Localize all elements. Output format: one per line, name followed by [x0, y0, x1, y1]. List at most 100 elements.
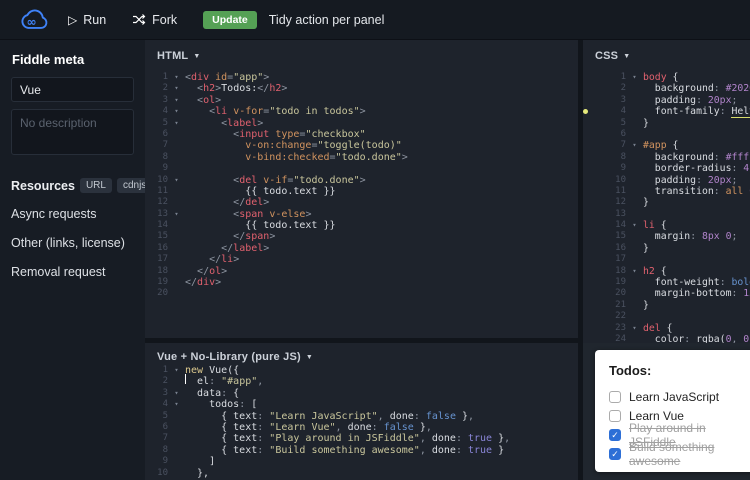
code-token: "todo in todos" — [269, 106, 359, 117]
line-number: 12 — [145, 197, 168, 208]
html-panel: HTML ▼ 1▾<div id="app">2▾ <h2>Todos:</h2… — [145, 40, 578, 338]
gutter: 10 — [145, 468, 185, 479]
code-line: 20 — [145, 288, 578, 299]
run-button[interactable]: ▷ Run — [68, 13, 106, 27]
fold-arrow-icon[interactable]: ▾ — [168, 399, 185, 410]
gutter: 3▾ — [145, 388, 185, 399]
code-token: </ — [197, 266, 209, 277]
code-token: > — [281, 83, 287, 94]
sidebar-item-async-requests[interactable]: Async requests — [11, 207, 134, 221]
fold-arrow-icon[interactable]: ▾ — [168, 83, 185, 94]
fiddle-title-input[interactable] — [11, 77, 134, 102]
fiddle-description-input[interactable] — [11, 109, 134, 155]
update-badge[interactable]: Update — [203, 11, 257, 29]
line-number: 5 — [145, 411, 168, 422]
fold-spacer — [626, 163, 643, 174]
code-token: : — [257, 422, 269, 433]
fold-spacer — [168, 220, 185, 231]
fold-arrow-icon[interactable]: ▾ — [626, 266, 643, 277]
fold-spacer — [626, 118, 643, 129]
checkbox-checked[interactable]: ✓ — [609, 429, 621, 441]
code-token: : — [221, 388, 233, 399]
code-token: false — [426, 411, 456, 422]
code-token: transition — [643, 186, 714, 197]
js-panel-header[interactable]: Vue + No-Library (pure JS) ▼ — [145, 343, 578, 365]
code-line: 21} — [603, 300, 750, 311]
fold-arrow-icon[interactable]: ▾ — [168, 388, 185, 399]
js-editor[interactable]: 1▾new Vue({2 el: "#app",3▾ data: {4▾ tod… — [145, 365, 578, 479]
fold-arrow-icon[interactable]: ▾ — [626, 323, 643, 334]
html-editor[interactable]: 1▾<div id="app">2▾ <h2>Todos:</h2>3▾ <ol… — [145, 72, 578, 300]
code-token: background — [643, 83, 714, 94]
checkbox-checked[interactable]: ✓ — [609, 448, 621, 460]
code-token: } — [456, 411, 468, 422]
code-token: done — [426, 445, 456, 456]
resource-badge-url[interactable]: URL — [80, 178, 112, 193]
checkbox-unchecked[interactable] — [609, 391, 621, 403]
fold-arrow-icon[interactable]: ▾ — [626, 140, 643, 151]
code-text: </span> — [185, 231, 275, 242]
gutter: 24 — [603, 334, 643, 343]
code-token: } — [643, 197, 649, 208]
gutter: 4▾ — [145, 106, 185, 117]
line-number: 18 — [145, 266, 168, 277]
code-line: 5} — [603, 118, 750, 129]
code-token: v-on:change — [245, 140, 311, 151]
fold-spacer — [626, 254, 643, 265]
code-line: 12 </del> — [145, 197, 578, 208]
code-text: {{ todo.text }} — [185, 186, 336, 197]
css-panel-header[interactable]: CSS ▼ — [583, 40, 750, 72]
fork-icon — [132, 13, 146, 26]
gutter: 7▾ — [603, 140, 643, 151]
code-token: rgba( — [696, 334, 726, 343]
result-app-card: Todos: Learn JavaScriptLearn Vue✓Play ar… — [595, 350, 750, 472]
fold-arrow-icon[interactable]: ▾ — [626, 220, 643, 231]
code-line: 16 </label> — [145, 243, 578, 254]
code-token: "checkbox" — [305, 129, 365, 140]
sidebar-item-other-links-license[interactable]: Other (links, license) — [11, 236, 134, 250]
gutter: 2▾ — [145, 83, 185, 94]
fold-arrow-icon[interactable]: ▾ — [168, 209, 185, 220]
code-token: > — [269, 231, 275, 242]
code-token: { text — [185, 411, 257, 422]
checkbox-unchecked[interactable] — [609, 410, 621, 422]
fork-button[interactable]: Fork — [132, 13, 177, 27]
fold-arrow-icon[interactable]: ▾ — [168, 95, 185, 106]
gutter: 15 — [145, 231, 185, 242]
code-token: h2 — [203, 83, 215, 94]
fold-arrow-icon[interactable]: ▾ — [168, 365, 185, 376]
gutter: 9 — [145, 456, 185, 467]
fold-spacer — [626, 129, 643, 140]
sidebar-item-removal-request[interactable]: Removal request — [11, 265, 134, 279]
todo-item[interactable]: ✓Build something awesome — [609, 444, 746, 463]
code-text: font-family: Helvetica; — [643, 106, 750, 117]
html-panel-header[interactable]: HTML ▼ — [145, 40, 578, 72]
fold-arrow-icon[interactable]: ▾ — [626, 72, 643, 83]
code-token: new — [185, 365, 203, 376]
code-line: 14▾li { — [603, 220, 750, 231]
css-editor[interactable]: 1▾body {2 background: #20262E;3 padding:… — [583, 72, 750, 343]
line-number: 12 — [603, 197, 626, 208]
code-line: 17 </li> — [145, 254, 578, 265]
jsfiddle-logo[interactable]: ∞ — [12, 4, 52, 36]
fold-arrow-icon[interactable]: ▾ — [168, 72, 185, 83]
code-token: id — [209, 72, 227, 83]
run-label: Run — [83, 13, 106, 27]
code-text: del { — [643, 323, 673, 334]
code-token: #fff — [726, 152, 750, 163]
fold-arrow-icon[interactable]: ▾ — [168, 175, 185, 186]
code-token: } — [643, 243, 649, 254]
line-number: 16 — [603, 243, 626, 254]
code-token: </ — [257, 83, 269, 94]
line-number: 3 — [145, 388, 168, 399]
code-token — [185, 95, 197, 106]
code-text: color: rgba(0, 0, 0, 0.3); — [643, 334, 750, 343]
code-text: li { — [643, 220, 667, 231]
fold-spacer — [168, 422, 185, 433]
code-token: > — [305, 209, 311, 220]
todo-item[interactable]: Learn JavaScript — [609, 387, 746, 406]
code-token: ; — [731, 175, 737, 186]
code-token: { — [655, 266, 667, 277]
fold-arrow-icon[interactable]: ▾ — [168, 106, 185, 117]
fold-arrow-icon[interactable]: ▾ — [168, 118, 185, 129]
